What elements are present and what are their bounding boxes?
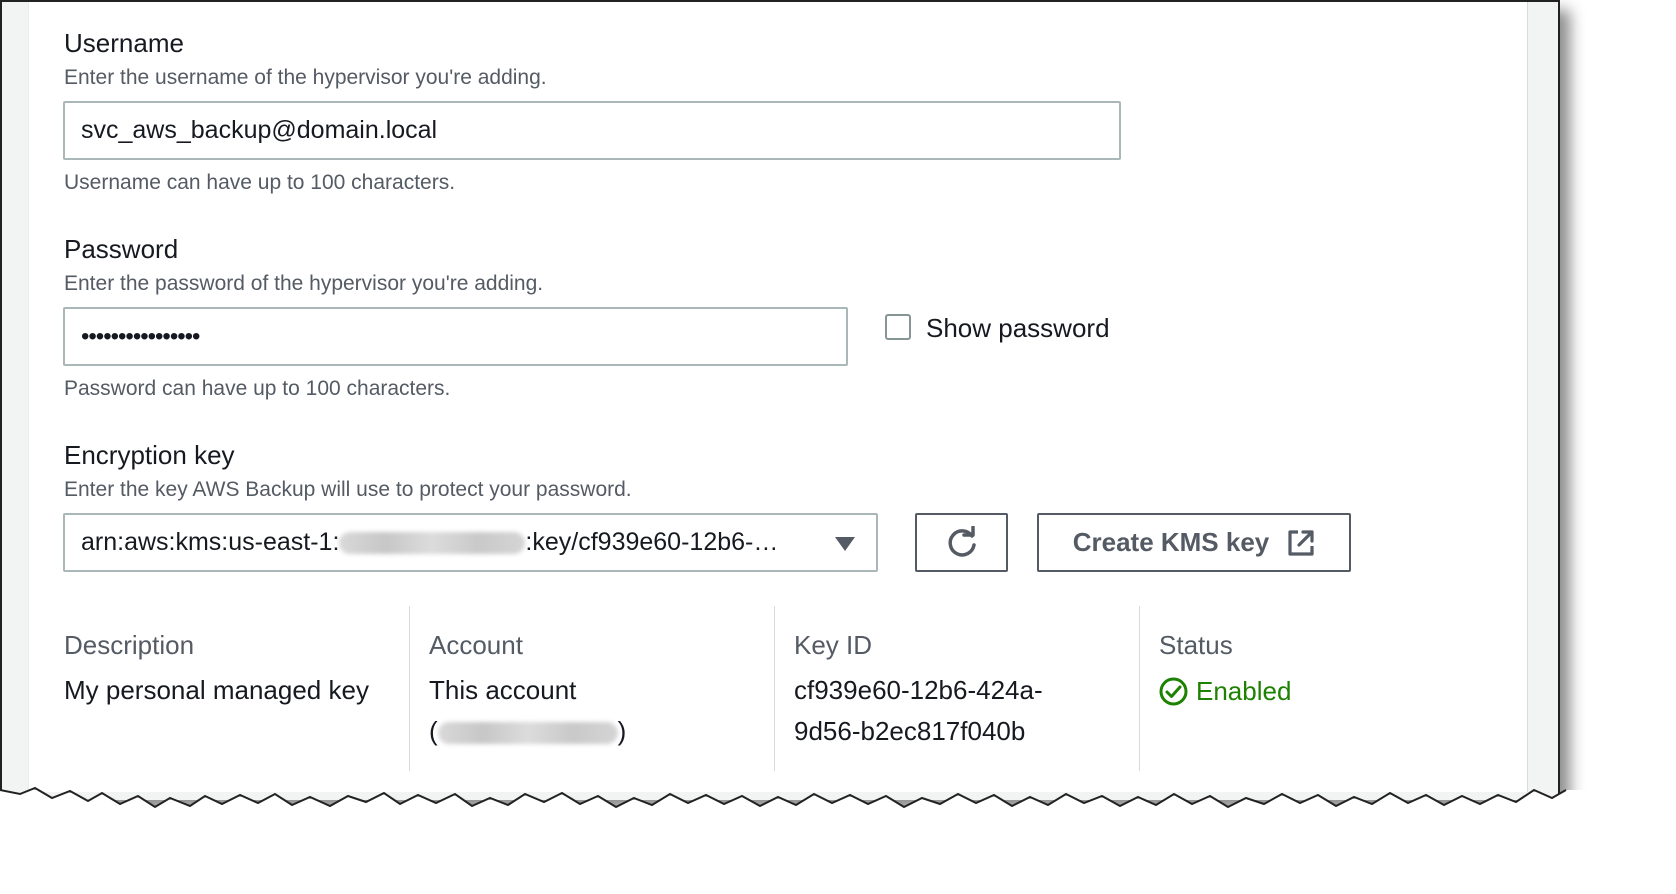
- password-description: Enter the password of the hypervisor you…: [64, 272, 544, 295]
- external-link-icon: [1288, 529, 1314, 556]
- account-title: Account: [429, 630, 523, 660]
- check-circle-icon: [1159, 677, 1188, 706]
- create-kms-key-label: Create KMS key: [1072, 527, 1270, 557]
- redacted-account-id: [339, 531, 526, 554]
- username-constraint: Username can have up to 100 characters.: [64, 171, 456, 194]
- encryption-key-description: Enter the key AWS Backup will use to pro…: [64, 478, 632, 501]
- password-input-value: ••••••••••••••••: [81, 322, 200, 350]
- encryption-key-select[interactable]: arn:aws:kms:us-east-1: :key/cf939e60-12b…: [63, 513, 878, 572]
- password-label: Password: [64, 234, 179, 264]
- account-id: (): [429, 711, 626, 752]
- column-divider: [409, 606, 410, 771]
- key-id-line-1: cf939e60-12b6-424a-: [794, 675, 1043, 705]
- key-arn-suffix: :key/cf939e60-12b6-…: [525, 528, 779, 556]
- status-indicator: Enabled: [1159, 676, 1291, 707]
- key-arn-prefix: arn:aws:kms:us-east-1:: [81, 528, 340, 556]
- username-input-value: svc_aws_backup@domain.local: [81, 116, 438, 144]
- password-input[interactable]: ••••••••••••••••: [63, 307, 848, 366]
- status-value: Enabled: [1196, 676, 1292, 706]
- refresh-button[interactable]: [915, 513, 1008, 572]
- key-id-title: Key ID: [794, 630, 873, 660]
- redacted-account-id: [437, 722, 618, 745]
- encryption-key-label: Encryption key: [64, 440, 235, 470]
- account-id-open-paren: (: [429, 716, 438, 746]
- description-title: Description: [64, 630, 195, 660]
- refresh-icon: [947, 525, 976, 557]
- password-constraint: Password can have up to 100 characters.: [64, 377, 451, 400]
- account-value: This account: [429, 675, 577, 705]
- account-id-close-paren: ): [617, 716, 627, 746]
- description-value: My personal managed key: [64, 675, 369, 705]
- column-divider: [774, 606, 775, 771]
- username-label: Username: [64, 28, 184, 58]
- torn-edge-decoration: [0, 786, 1676, 894]
- username-input[interactable]: svc_aws_backup@domain.local: [63, 101, 1121, 160]
- column-divider: [1139, 606, 1140, 771]
- username-description: Enter the username of the hypervisor you…: [64, 66, 547, 89]
- key-id-line-2: 9d56-b2ec817f040b: [794, 716, 1026, 746]
- create-kms-key-button[interactable]: Create KMS key: [1037, 513, 1351, 572]
- status-title: Status: [1159, 630, 1233, 660]
- caret-down-icon: [835, 537, 855, 551]
- show-password-label[interactable]: Show password: [926, 313, 1110, 344]
- show-password-checkbox[interactable]: [885, 314, 911, 340]
